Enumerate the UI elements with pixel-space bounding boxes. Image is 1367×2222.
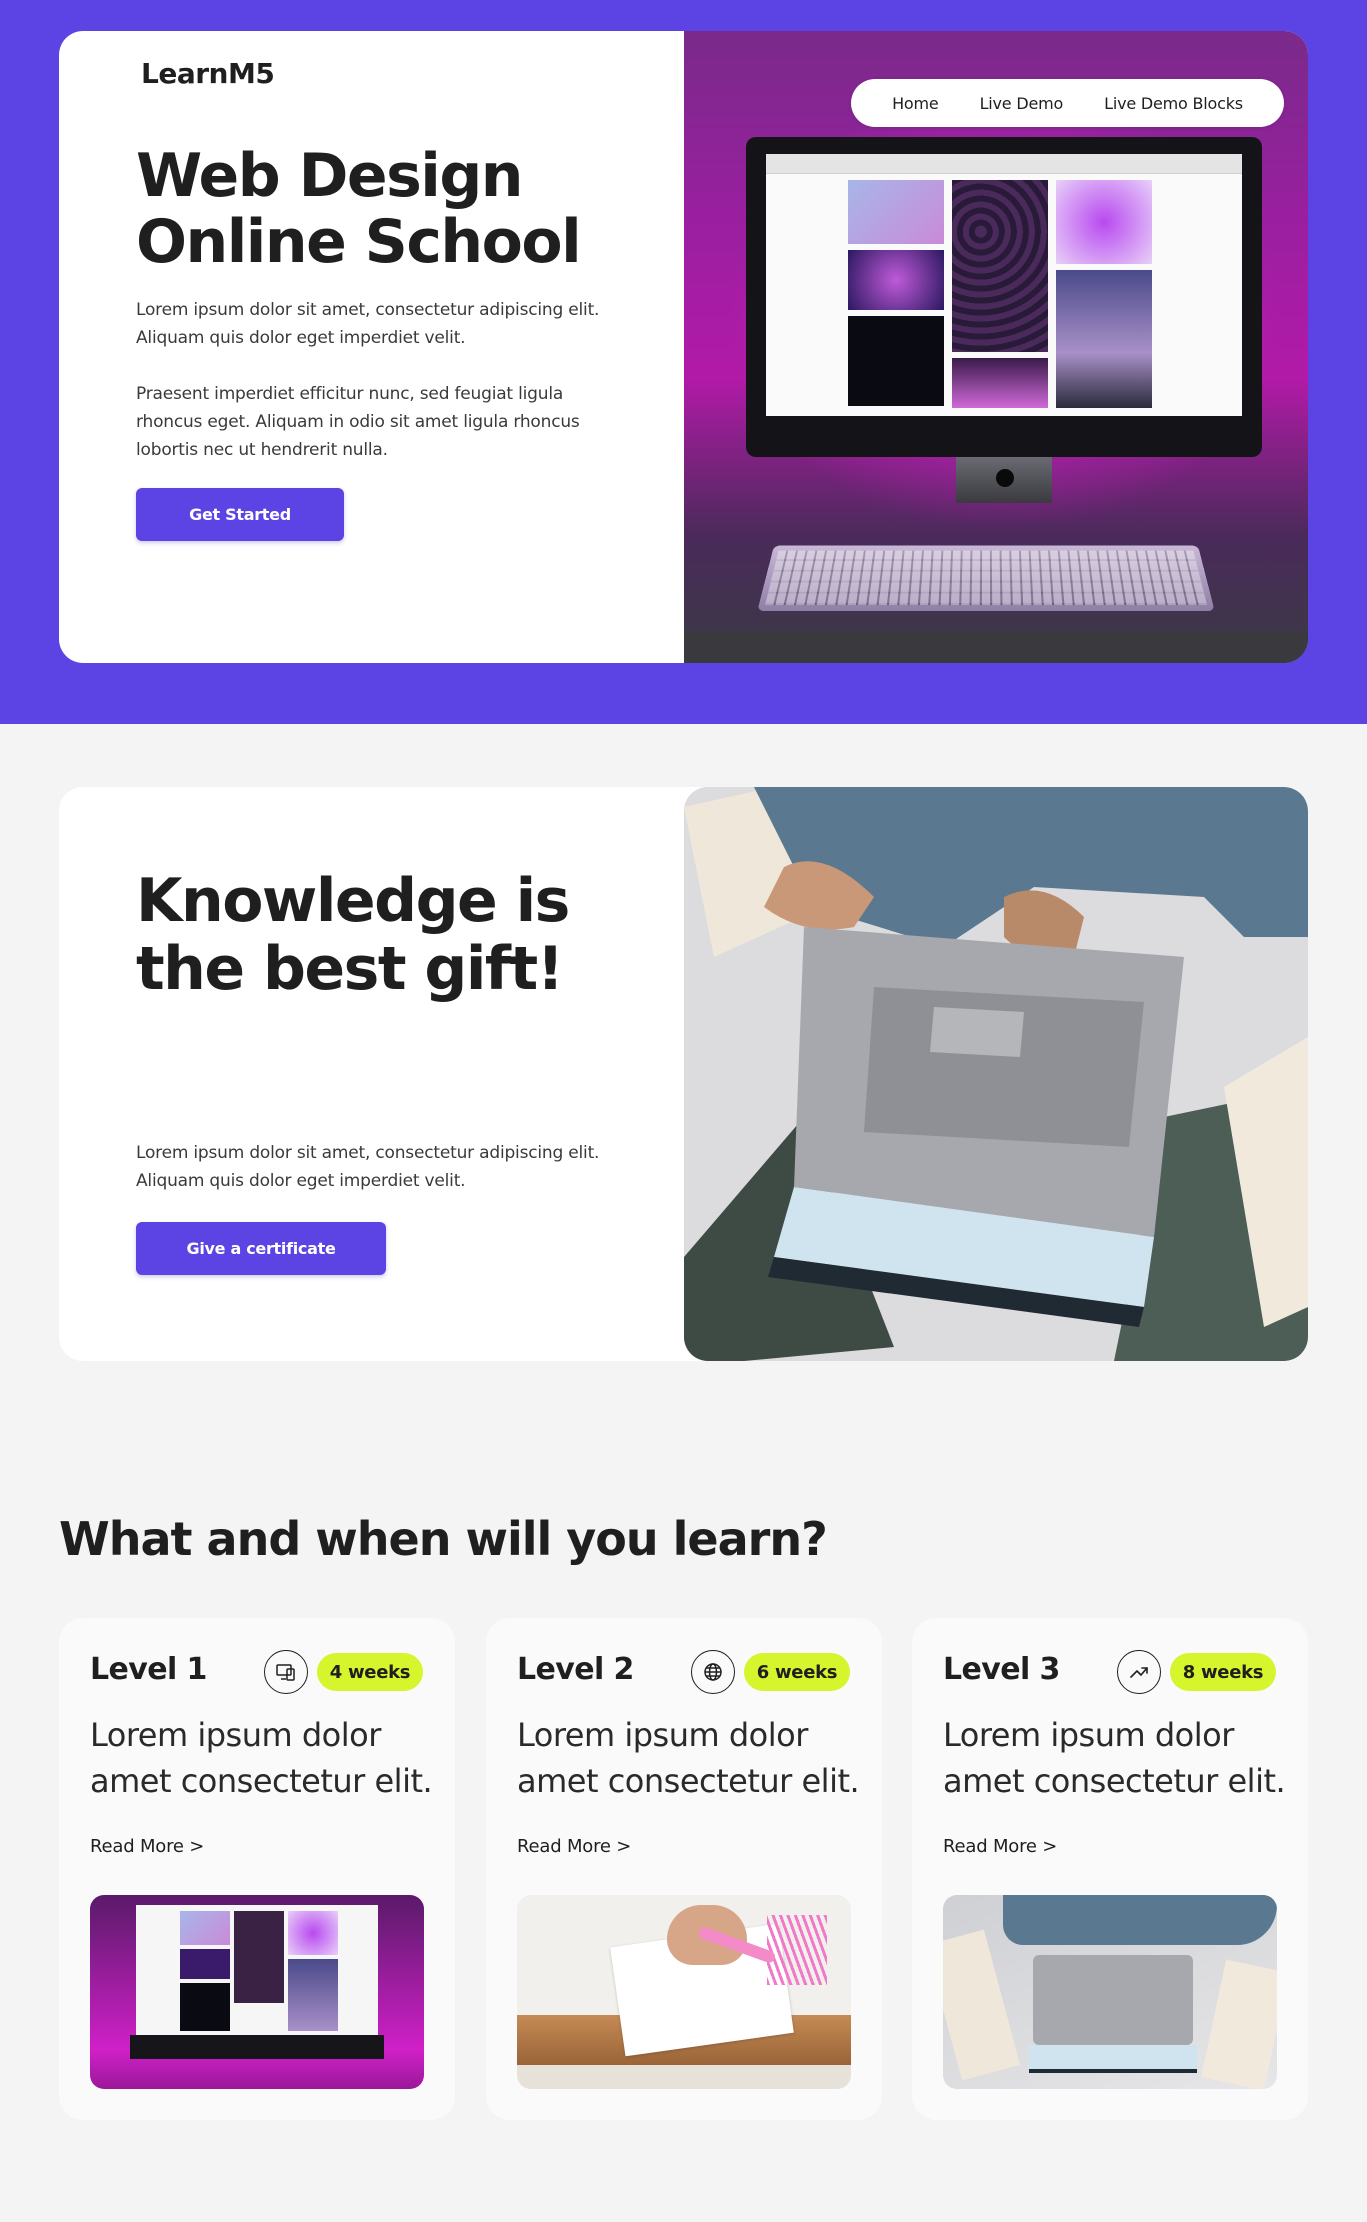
hero-card: LearnM5 Web Design Online School Lorem i… bbox=[59, 31, 1308, 663]
image-tile bbox=[180, 1911, 230, 1945]
image-laptop bbox=[1033, 1955, 1193, 2045]
level-card: Level 2 6 weeks Lorem ipsum dolor amet c… bbox=[486, 1618, 882, 2120]
laptop-scene-illustration bbox=[684, 787, 1308, 1361]
screen-tile bbox=[1056, 270, 1152, 408]
screen-tile bbox=[848, 250, 944, 310]
keyboard bbox=[757, 545, 1215, 611]
image-pink-marks bbox=[767, 1915, 827, 1985]
get-started-button[interactable]: Get Started bbox=[136, 488, 344, 541]
browser-bar bbox=[766, 154, 1242, 174]
level-description: Lorem ipsum dolor amet consectetur elit. bbox=[943, 1716, 1286, 1800]
duration-badge: 8 weeks bbox=[1170, 1653, 1276, 1691]
hero-title: Web Design Online School bbox=[136, 141, 582, 277]
read-more-link[interactable]: Read More > bbox=[943, 1836, 1057, 1857]
level-card: Level 3 8 weeks Lorem ipsum dolor amet c… bbox=[912, 1618, 1308, 2120]
devices-icon bbox=[264, 1650, 308, 1694]
knowledge-paragraph: Lorem ipsum dolor sit amet, consectetur … bbox=[136, 1143, 600, 1191]
level-name: Level 2 bbox=[517, 1652, 634, 1687]
knowledge-image bbox=[684, 787, 1308, 1361]
apple-logo-icon bbox=[996, 469, 1014, 487]
desk bbox=[684, 631, 1308, 663]
screen-tile bbox=[952, 358, 1048, 408]
read-more-link[interactable]: Read More > bbox=[517, 1836, 631, 1857]
level-description: Lorem ipsum dolor amet consectetur elit. bbox=[90, 1716, 433, 1800]
level-image bbox=[517, 1895, 851, 2089]
image-tile bbox=[180, 1949, 230, 1979]
screen-tile bbox=[952, 180, 1048, 352]
level-name: Level 3 bbox=[943, 1652, 1060, 1687]
image-bezel bbox=[130, 2035, 384, 2059]
duration-badge: 6 weeks bbox=[744, 1653, 850, 1691]
level-description: Lorem ipsum dolor amet consectetur elit. bbox=[517, 1716, 860, 1800]
nav-item-live-demo[interactable]: Live Demo bbox=[980, 94, 1064, 113]
screen-tile bbox=[848, 316, 944, 406]
duration-badge: 4 weeks bbox=[317, 1653, 423, 1691]
nav-item-home[interactable]: Home bbox=[892, 94, 939, 113]
hero-paragraph-secondary: Praesent imperdiet efficitur nunc, sed f… bbox=[136, 384, 580, 460]
hero-paragraph: Lorem ipsum dolor sit amet, consectetur … bbox=[136, 300, 600, 348]
read-more-link[interactable]: Read More > bbox=[90, 1836, 204, 1857]
globe-icon bbox=[691, 1650, 735, 1694]
image-book bbox=[943, 1929, 1021, 2081]
hero-section: LearnM5 Web Design Online School Lorem i… bbox=[0, 0, 1367, 724]
levels-title: What and when will you learn? bbox=[59, 1512, 828, 1566]
trend-up-icon bbox=[1117, 1650, 1161, 1694]
image-desk-front bbox=[517, 2065, 851, 2089]
level-image bbox=[90, 1895, 424, 2089]
monitor-screen bbox=[766, 154, 1242, 416]
nav-item-live-demo-blocks[interactable]: Live Demo Blocks bbox=[1104, 94, 1243, 113]
knowledge-title: Knowledge is the best gift! bbox=[136, 866, 570, 1004]
image-book bbox=[1201, 1959, 1277, 2089]
top-nav: Home Live Demo Live Demo Blocks bbox=[851, 79, 1284, 127]
image-tile bbox=[288, 1911, 338, 1955]
logo[interactable]: LearnM5 bbox=[141, 57, 275, 90]
image-tile bbox=[234, 1911, 284, 2003]
level-image bbox=[943, 1895, 1277, 2089]
level-name: Level 1 bbox=[90, 1652, 207, 1687]
image-laptop-screen bbox=[1029, 2045, 1197, 2073]
screen-tile bbox=[1056, 180, 1152, 264]
give-certificate-button[interactable]: Give a certificate bbox=[136, 1222, 386, 1275]
image-jeans bbox=[1003, 1895, 1277, 1945]
screen-tile bbox=[848, 180, 944, 244]
knowledge-card: Knowledge is the best gift! Lorem ipsum … bbox=[59, 787, 1308, 1361]
level-card: Level 1 4 weeks Lorem ipsum dolor amet c… bbox=[59, 1618, 455, 2120]
image-tile bbox=[288, 1959, 338, 2031]
image-tile bbox=[180, 1983, 230, 2031]
